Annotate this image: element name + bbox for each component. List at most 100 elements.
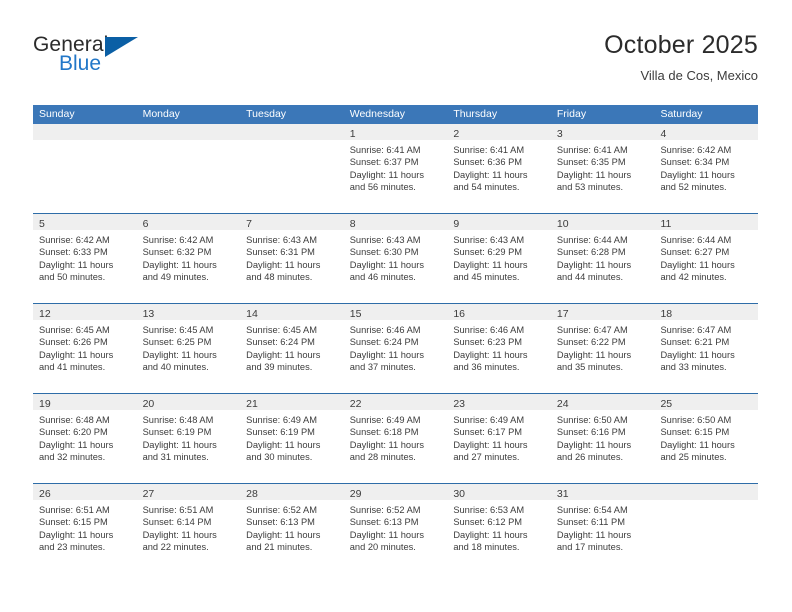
weekday-header-friday: Friday [556,108,587,120]
weekday-header-sunday: Sunday [39,108,75,120]
calendar-day-cell[interactable]: 6 Sunrise: 6:42 AM Sunset: 6:32 PM Daylight… [136,214,241,303]
day-number-band: 12 [33,304,137,320]
calendar-week-row: 5 Sunrise: 6:42 AM Sunset: 6:33 PM Daylight… [33,213,759,303]
calendar-day-cell[interactable]: 26 Sunrise: 6:51 AM Sunset: 6:15 PM Dayligh… [33,484,137,573]
day-details: Sunrise: 6:45 AM Sunset: 6:25 PM Daylight:… [137,320,241,374]
calendar-day-cell[interactable]: 30 Sunrise: 6:53 AM Sunset: 6:12 PM Dayligh… [447,484,551,573]
day-number-band: 26 [33,484,137,500]
day-number: 7 [246,218,252,230]
day-number-band: 8 [343,214,448,230]
calendar-day-cell[interactable]: 22 Sunrise: 6:49 AM Sunset: 6:18 PM Dayligh… [343,394,448,483]
calendar-day-cell[interactable]: 14 Sunrise: 6:45 AM Sunset: 6:24 PM Dayligh… [240,304,344,393]
title-block: October 2025 Villa de Cos, Mexico [604,30,758,85]
calendar-day-cell[interactable]: 7 Sunrise: 6:43 AM Sunset: 6:31 PM Daylight… [240,214,344,303]
daylight-text-line2: and 40 minutes. [142,362,209,373]
sunrise-text: Sunrise: 6:54 AM [556,505,628,515]
daylight-text-line1: Daylight: 11 hours [453,529,528,540]
calendar-day-cell[interactable]: 8 Sunrise: 6:43 AM Sunset: 6:30 PM Daylight… [343,214,448,303]
day-number: 12 [39,308,51,320]
sunrise-text: Sunrise: 6:45 AM [39,325,110,335]
day-number: 28 [246,488,258,500]
sunrise-text: Sunrise: 6:52 AM [349,505,421,515]
day-number: 31 [556,488,569,500]
sunset-text: Sunset: 6:19 PM [246,427,315,438]
day-details: Sunrise: 6:54 AM Sunset: 6:11 PM Daylight:… [551,500,655,554]
sunrise-text: Sunrise: 6:48 AM [39,415,110,425]
day-details: Sunrise: 6:49 AM Sunset: 6:19 PM Daylight:… [240,410,344,464]
daylight-text-line2: and 33 minutes. [660,362,727,373]
calendar-week-row: 1 Sunrise: 6:41 AM Sunset: 6:37 PM Daylight… [33,124,759,213]
daylight-text-line2: and 30 minutes. [246,452,313,463]
sunrise-text: Sunrise: 6:44 AM [556,235,628,245]
calendar-day-cell[interactable]: 10 Sunrise: 6:44 AM Sunset: 6:28 PM Dayligh… [550,214,655,303]
calendar-day-cell[interactable]: 24 Sunrise: 6:50 AM Sunset: 6:16 PM Dayligh… [550,394,655,483]
day-number: 16 [453,308,465,320]
calendar-day-cell[interactable]: 27 Sunrise: 6:51 AM Sunset: 6:14 PM Dayligh… [136,484,241,573]
sunset-text: Sunset: 6:36 PM [453,157,523,168]
daylight-text-line2: and 53 minutes. [556,182,624,193]
sunrise-text: Sunrise: 6:53 AM [453,505,525,515]
daylight-text-line2: and 54 minutes. [453,182,520,193]
day-details: Sunrise: 6:41 AM Sunset: 6:36 PM Daylight:… [447,140,551,194]
day-number-band: 24 [550,394,655,410]
day-details: Sunrise: 6:46 AM Sunset: 6:24 PM Daylight:… [344,320,448,374]
sunrise-text: Sunrise: 6:42 AM [142,235,214,245]
day-number: 10 [556,218,569,230]
calendar-day-cell[interactable]: 31 Sunrise: 6:54 AM Sunset: 6:11 PM Dayligh… [550,484,655,573]
daylight-text-line1: Daylight: 11 hours [142,529,217,540]
day-number: 8 [349,218,356,230]
day-number: 26 [39,488,51,500]
daylight-text-line1: Daylight: 11 hours [39,439,114,450]
calendar-day-cell[interactable]: 17 Sunrise: 6:47 AM Sunset: 6:22 PM Dayligh… [550,304,655,393]
calendar-day-cell[interactable]: 12 Sunrise: 6:45 AM Sunset: 6:26 PM Dayligh… [33,304,137,393]
calendar-day-cell[interactable]: 3 Sunrise: 6:41 AM Sunset: 6:35 PM Daylight… [550,124,655,213]
sunset-text: Sunset: 6:12 PM [453,517,523,528]
calendar-day-cell[interactable]: 16 Sunrise: 6:46 AM Sunset: 6:23 PM Dayligh… [447,304,551,393]
triangle-icon [105,37,138,57]
day-details: Sunrise: 6:41 AM Sunset: 6:35 PM Daylight:… [551,140,655,194]
calendar-day-cell[interactable]: 21 Sunrise: 6:49 AM Sunset: 6:19 PM Dayligh… [240,394,344,483]
daylight-text-line2: and 37 minutes. [349,362,416,373]
calendar-day-cell[interactable]: 9 Sunrise: 6:43 AM Sunset: 6:29 PM Daylight… [447,214,551,303]
day-number: 27 [142,488,155,500]
calendar-day-cell[interactable]: 25 Sunrise: 6:50 AM Sunset: 6:15 PM Dayligh… [654,394,759,483]
calendar-day-cell[interactable]: 13 Sunrise: 6:45 AM Sunset: 6:25 PM Dayligh… [136,304,241,393]
day-number: 24 [556,398,569,410]
daylight-text-line2: and 23 minutes. [39,542,106,553]
sunrise-text: Sunrise: 6:43 AM [453,235,525,245]
day-number-band: 7 [240,214,344,230]
day-details: Sunrise: 6:50 AM Sunset: 6:15 PM Daylight:… [654,410,758,464]
sunset-text: Sunset: 6:26 PM [39,337,108,348]
day-number-band: 3 [550,124,655,140]
calendar-day-cell[interactable]: 19 Sunrise: 6:48 AM Sunset: 6:20 PM Dayligh… [33,394,137,483]
day-number-band: 16 [447,304,551,320]
day-number: 1 [349,128,356,140]
day-number-band [654,484,759,500]
calendar-day-cell[interactable]: 18 Sunrise: 6:47 AM Sunset: 6:21 PM Dayligh… [654,304,759,393]
general-blue-logo[interactable]: General Blue [33,30,163,82]
sunset-text: Sunset: 6:31 PM [246,247,315,258]
calendar-day-cell[interactable]: 5 Sunrise: 6:42 AM Sunset: 6:33 PM Daylight… [33,214,137,303]
day-number: 18 [660,308,673,320]
calendar-day-cell[interactable]: 20 Sunrise: 6:48 AM Sunset: 6:19 PM Dayligh… [136,394,241,483]
calendar-day-cell[interactable]: 1 Sunrise: 6:41 AM Sunset: 6:37 PM Daylight… [343,124,448,213]
calendar-day-cell[interactable]: 2 Sunrise: 6:41 AM Sunset: 6:36 PM Daylight… [447,124,551,213]
daylight-text-line1: Daylight: 11 hours [349,349,424,360]
daylight-text-line2: and 22 minutes. [142,542,209,553]
calendar-day-cell[interactable]: 29 Sunrise: 6:52 AM Sunset: 6:13 PM Dayligh… [343,484,448,573]
day-number: 14 [246,308,258,320]
calendar-day-cell[interactable]: 4 Sunrise: 6:42 AM Sunset: 6:34 PM Daylight… [654,124,759,213]
daylight-text-line2: and 25 minutes. [660,452,727,463]
day-details: Sunrise: 6:49 AM Sunset: 6:17 PM Daylight:… [447,410,551,464]
daylight-text-line2: and 48 minutes. [246,272,313,283]
calendar-day-cell[interactable]: 11 Sunrise: 6:44 AM Sunset: 6:27 PM Dayligh… [654,214,759,303]
day-details: Sunrise: 6:42 AM Sunset: 6:33 PM Daylight:… [33,230,137,284]
daylight-text-line2: and 46 minutes. [349,272,416,283]
calendar-day-cell[interactable]: 15 Sunrise: 6:46 AM Sunset: 6:24 PM Dayligh… [343,304,448,393]
sunrise-text: Sunrise: 6:46 AM [349,325,421,335]
daylight-text-line1: Daylight: 11 hours [142,439,217,450]
day-number-band: 1 [343,124,448,140]
calendar-day-cell[interactable]: 23 Sunrise: 6:49 AM Sunset: 6:17 PM Dayligh… [447,394,551,483]
calendar-day-cell[interactable]: 28 Sunrise: 6:52 AM Sunset: 6:13 PM Dayligh… [240,484,344,573]
daylight-text-line2: and 49 minutes. [142,272,209,283]
